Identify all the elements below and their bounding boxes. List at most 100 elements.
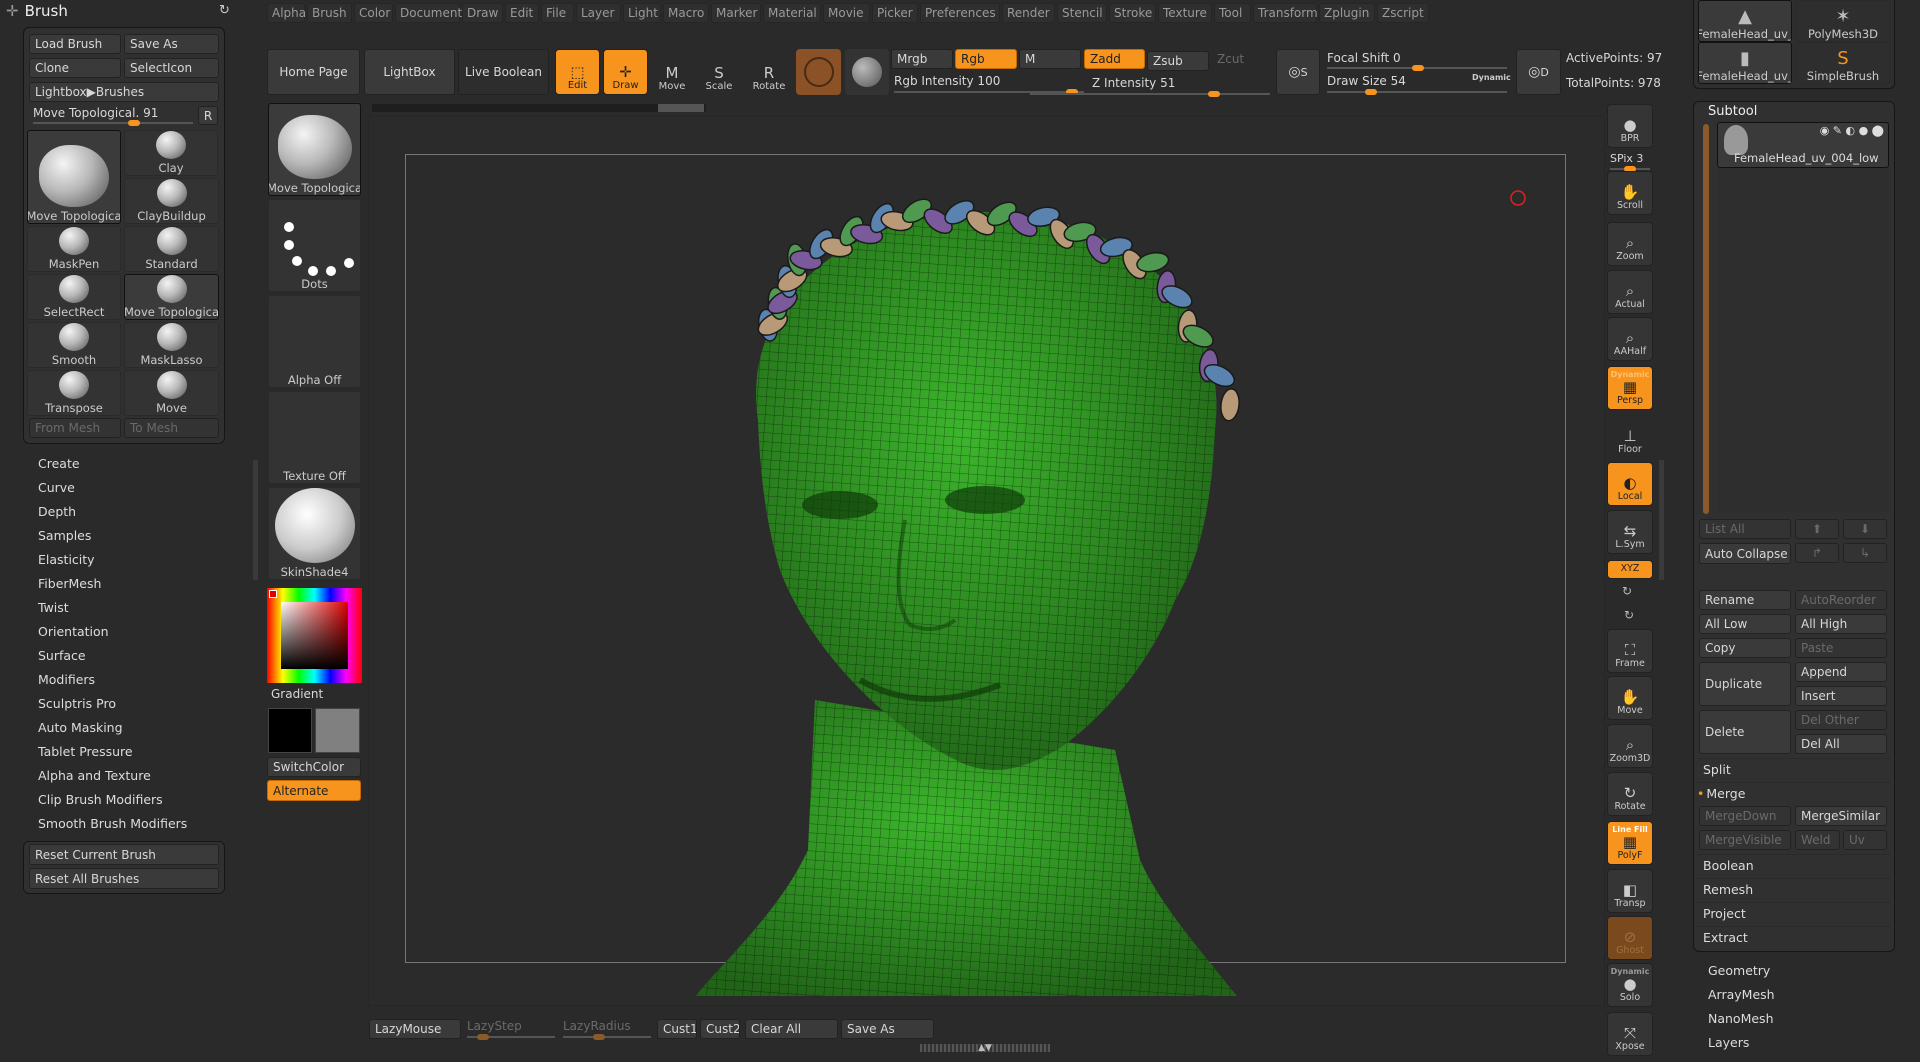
brush-submenu-item[interactable]: Depth (38, 504, 76, 519)
delete-button[interactable]: Delete (1699, 710, 1791, 754)
brush-thumb[interactable]: Move Topologica (268, 103, 361, 196)
tool-submenu-item[interactable]: Geometry (1708, 963, 1770, 978)
aahalf-button[interactable]: ⌕ AAHalf (1607, 317, 1653, 361)
main-color-swatch[interactable] (268, 708, 312, 753)
menu-tool[interactable]: Tool (1214, 3, 1251, 23)
reset-current-brush-button[interactable]: Reset Current Brush (29, 844, 219, 865)
split-section[interactable]: Split (1697, 758, 1891, 780)
weld-button[interactable]: Weld (1795, 830, 1840, 850)
merge-down-button[interactable]: MergeDown (1699, 806, 1791, 826)
return-arrow-icon[interactable]: ↳ (1843, 543, 1887, 563)
mrgb-button[interactable]: Mrgb (891, 49, 953, 69)
draw-button[interactable]: ✛ Draw (603, 49, 648, 95)
reset-all-brushes-button[interactable]: Reset All Brushes (29, 868, 219, 889)
brush-item[interactable]: Standard (124, 226, 219, 272)
actual-button[interactable]: ⌕ Actual (1607, 270, 1653, 314)
menu-document[interactable]: Document (395, 3, 462, 23)
home-page-button[interactable]: Home Page (267, 49, 360, 95)
brush-submenu-item[interactable]: Auto Masking (38, 720, 123, 735)
brush-item[interactable]: MaskLasso (124, 322, 219, 368)
rotate-y-icon[interactable]: ↻ (1622, 584, 1632, 598)
frame-button[interactable]: ⛶ Frame (1607, 629, 1653, 673)
solo-button[interactable]: Dynamic ● Solo (1607, 963, 1653, 1007)
menu-zplugin[interactable]: Zplugin (1319, 3, 1375, 23)
spix-slider[interactable] (1610, 166, 1650, 172)
to-mesh-button[interactable]: To Mesh (124, 418, 219, 438)
m-button[interactable]: M (1019, 49, 1081, 69)
menu-movie[interactable]: Movie (823, 3, 870, 23)
gradient-label[interactable]: Gradient (271, 687, 323, 701)
rotate-button[interactable]: R Rotate (746, 49, 792, 95)
material-thumb[interactable]: SkinShade4 (268, 487, 361, 580)
list-all-button[interactable]: List All (1699, 519, 1791, 539)
menu-color[interactable]: Color (354, 3, 393, 23)
menu-draw[interactable]: Draw (462, 3, 503, 23)
switch-color-button[interactable]: SwitchColor (267, 757, 361, 777)
menu-texture[interactable]: Texture (1158, 3, 1212, 23)
menu-layer[interactable]: Layer (576, 3, 621, 23)
brush-item-current[interactable]: Move Topologica (27, 130, 121, 224)
brush-submenu-item[interactable]: Smooth Brush Modifiers (38, 816, 187, 831)
polyf-button[interactable]: Line Fill ▦ PolyF (1607, 821, 1653, 865)
rotate-button[interactable]: ↻ Rotate (1607, 772, 1653, 816)
material-button[interactable] (796, 49, 841, 95)
brush-submenu-item[interactable]: Twist (38, 600, 69, 615)
insert-button[interactable]: Insert (1795, 686, 1887, 706)
local-button[interactable]: ◐ Local (1607, 462, 1653, 506)
save-as-button[interactable]: Save As (124, 34, 219, 54)
append-button[interactable]: Append (1795, 662, 1887, 682)
all-low-button[interactable]: All Low (1699, 614, 1791, 634)
paste-button[interactable]: Paste (1795, 638, 1887, 658)
brush-submenu-item[interactable]: Clip Brush Modifiers (38, 792, 163, 807)
menu-brush[interactable]: Brush (307, 3, 352, 23)
auto-reorder-button[interactable]: AutoReorder (1795, 590, 1887, 610)
ghost-button[interactable]: ⊘ Ghost (1607, 916, 1653, 960)
menu-render[interactable]: Render (1002, 3, 1055, 23)
menu-preferences[interactable]: Preferences (920, 3, 1000, 23)
brush-submenu-item[interactable]: Create (38, 456, 80, 471)
focal-shift-slider[interactable] (1327, 65, 1507, 71)
brush-submenu-item[interactable]: Alpha and Texture (38, 768, 151, 783)
brush-item[interactable]: Transpose (27, 370, 121, 416)
from-mesh-button[interactable]: From Mesh (29, 418, 121, 438)
menu-edit[interactable]: Edit (505, 3, 539, 23)
tool-thumb[interactable]: ▮ FemaleHead_uv_ (1698, 42, 1792, 84)
arrow-up-icon[interactable]: ⬆ (1795, 519, 1839, 539)
brush-submenu-item[interactable]: Curve (38, 480, 75, 495)
live-boolean-button[interactable]: Live Boolean (458, 49, 549, 95)
edit-button[interactable]: ⬚ Edit (555, 49, 600, 95)
uv-button[interactable]: Uv (1843, 830, 1887, 850)
copy-button[interactable]: Copy (1699, 638, 1791, 658)
cust1-button[interactable]: Cust1 (657, 1019, 697, 1039)
brush-item[interactable]: Move (124, 370, 219, 416)
menu-alpha[interactable]: Alpha (267, 3, 306, 23)
brush-submenu-item[interactable]: FiberMesh (38, 576, 101, 591)
scroll-button[interactable]: ✋ Scroll (1607, 171, 1653, 215)
menu-material[interactable]: Material (763, 3, 821, 23)
alpha-thumb[interactable]: Alpha Off (268, 295, 361, 388)
color-picker[interactable] (267, 588, 362, 683)
merge-section[interactable]: • Merge (1697, 782, 1891, 804)
project-section[interactable]: Project (1697, 902, 1891, 924)
remesh-section[interactable]: Remesh (1697, 878, 1891, 900)
menu-marker[interactable]: Marker (711, 3, 761, 23)
left-divider[interactable] (253, 460, 258, 580)
zcut-button[interactable]: Zcut (1212, 49, 1272, 69)
lightbox-brushes-button[interactable]: Lightbox▶Brushes (29, 82, 219, 102)
transp-button[interactable]: ◧ Transp (1607, 869, 1653, 913)
move-button[interactable]: ✋ Move (1607, 676, 1653, 720)
tool-submenu-item[interactable]: NanoMesh (1708, 1011, 1774, 1026)
alternate-button[interactable]: Alternate (267, 780, 361, 801)
brush-submenu-item[interactable]: Samples (38, 528, 91, 543)
lazystep-slider[interactable] (467, 1034, 555, 1040)
xyz-button[interactable]: XYZ (1607, 560, 1653, 579)
menu-transform[interactable]: Transform (1253, 3, 1318, 23)
tool-thumb[interactable]: ✶ PolyMesh3D (1796, 0, 1890, 42)
persp-button[interactable]: Dynamic ▦ Persp (1607, 366, 1653, 410)
color-sphere-button[interactable] (845, 49, 889, 95)
drag-handle-icon[interactable]: ✛ (6, 2, 19, 20)
brush-submenu-item[interactable]: Elasticity (38, 552, 95, 567)
menu-stencil[interactable]: Stencil (1057, 3, 1107, 23)
brush-submenu-item[interactable]: Modifiers (38, 672, 95, 687)
menu-stroke[interactable]: Stroke (1109, 3, 1156, 23)
